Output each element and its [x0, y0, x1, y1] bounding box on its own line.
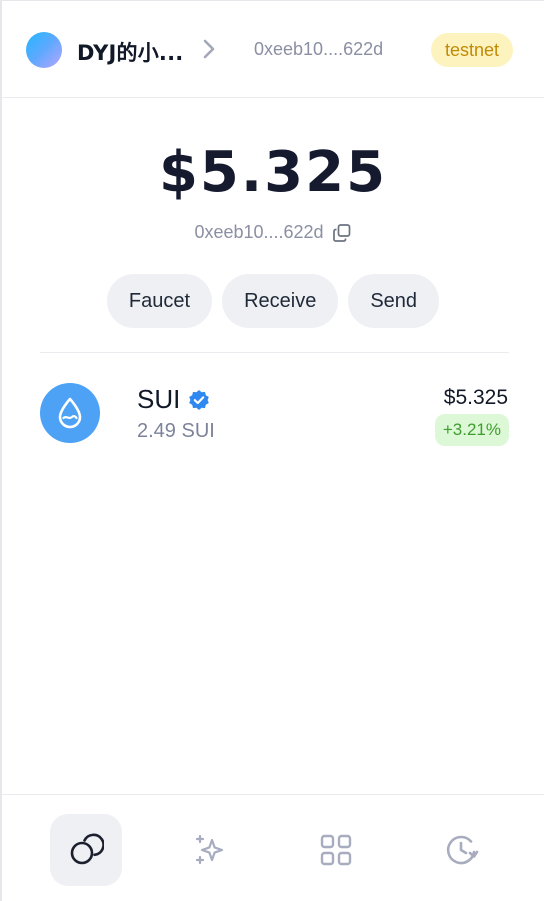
faucet-button[interactable]: Faucet — [106, 274, 213, 328]
nav-tokens[interactable] — [50, 814, 122, 886]
receive-button[interactable]: Receive — [222, 274, 339, 328]
network-badge: testnet — [431, 33, 514, 67]
apps-grid-icon — [320, 834, 352, 866]
header: DYJ的小... 0xeeb10....622d testnet — [2, 1, 544, 98]
copy-icon[interactable] — [332, 223, 352, 243]
send-button[interactable]: Send — [348, 274, 440, 328]
address-row: 0xeeb10....622d — [2, 222, 544, 243]
nav-apps[interactable] — [300, 814, 372, 886]
coin-usd-value: $5.325 — [443, 386, 508, 409]
history-icon — [446, 835, 479, 865]
nav-activity[interactable] — [426, 814, 498, 886]
coins-icon — [70, 833, 104, 865]
wallet-frame — [0, 0, 544, 901]
sui-logo — [40, 383, 100, 443]
wallet-name[interactable]: DYJ的小... — [77, 37, 183, 67]
coin-balance: 2.49 SUI — [137, 420, 215, 442]
action-buttons: Faucet Receive Send — [2, 274, 544, 328]
bottom-nav — [2, 794, 544, 901]
header-address[interactable]: 0xeeb10....622d — [254, 39, 383, 60]
sui-drop-icon — [58, 397, 82, 429]
coin-symbol: SUI — [137, 384, 181, 414]
verified-icon — [189, 390, 209, 410]
asset-row[interactable]: SUI 2.49 SUI $5.325 +3.21% — [40, 382, 509, 448]
wallet-avatar[interactable] — [26, 32, 62, 68]
total-balance: $5.325 — [158, 140, 388, 205]
chevron-right-icon[interactable] — [198, 37, 220, 61]
account-address[interactable]: 0xeeb10....622d — [194, 222, 323, 243]
divider — [40, 352, 509, 353]
nav-discover[interactable] — [174, 814, 246, 886]
sparkles-icon — [195, 834, 224, 865]
price-change-badge: +3.21% — [434, 414, 509, 446]
